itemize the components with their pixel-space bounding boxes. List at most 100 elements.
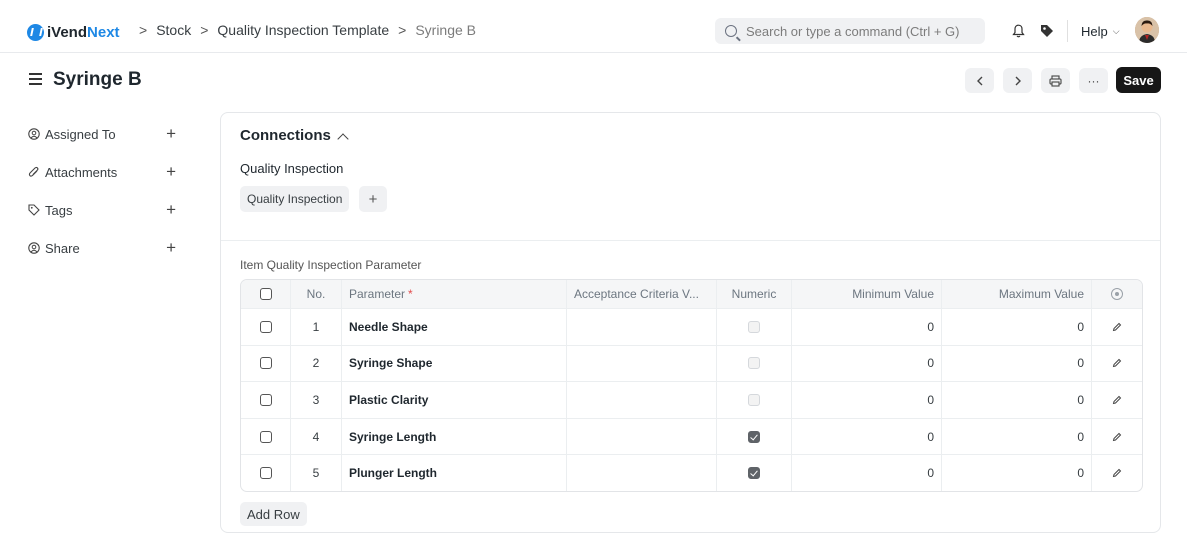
logo-icon xyxy=(27,23,44,41)
tag-icon[interactable] xyxy=(1040,24,1054,38)
edit-icon[interactable] xyxy=(1112,432,1122,442)
add-assignee-icon[interactable]: + xyxy=(166,125,176,142)
min-value-cell[interactable]: 0 xyxy=(792,309,942,345)
acceptance-cell[interactable] xyxy=(567,418,717,455)
help-menu[interactable]: Help ⌵ xyxy=(1081,24,1120,39)
min-value-cell[interactable]: 0 xyxy=(792,455,942,491)
numeric-checkbox[interactable] xyxy=(748,320,760,333)
table-row[interactable]: 4 Syringe Length 0 0 xyxy=(241,417,1142,455)
row-select-checkbox[interactable] xyxy=(259,320,272,333)
row-number: 1 xyxy=(291,309,342,345)
chevron-down-icon: ⌵ xyxy=(1112,26,1120,36)
max-value-cell[interactable]: 0 xyxy=(942,455,1092,491)
connections-title: Connections xyxy=(240,127,331,144)
page-title: Syringe B xyxy=(53,69,142,90)
avatar[interactable] xyxy=(1135,17,1159,43)
chevron-right-icon xyxy=(1015,76,1021,85)
acceptance-cell[interactable] xyxy=(567,455,717,491)
assign-icon xyxy=(28,128,40,140)
max-value-cell[interactable]: 0 xyxy=(942,309,1092,345)
column-header-max: Maximum Value xyxy=(942,280,1092,308)
numeric-checkbox[interactable] xyxy=(748,430,760,443)
add-quality-inspection-button[interactable]: + xyxy=(359,186,387,212)
row-number: 4 xyxy=(291,418,342,455)
gear-icon[interactable] xyxy=(1111,288,1123,300)
row-number: 3 xyxy=(291,382,342,418)
prev-button[interactable] xyxy=(965,68,994,93)
brand-logo[interactable]: iVend Next xyxy=(27,22,120,42)
more-icon: ··· xyxy=(1087,73,1100,88)
menu-toggle-icon[interactable] xyxy=(29,73,42,85)
add-row-button[interactable]: Add Row xyxy=(240,502,307,526)
column-header-parameter-label: Parameter xyxy=(349,287,406,301)
edit-icon[interactable] xyxy=(1112,468,1122,478)
sidebar-item-share[interactable]: Share + xyxy=(28,238,176,258)
min-value-cell[interactable]: 0 xyxy=(792,418,942,455)
column-header-min: Minimum Value xyxy=(792,280,942,308)
print-button[interactable] xyxy=(1041,68,1070,93)
acceptance-cell[interactable] xyxy=(567,382,717,418)
acceptance-cell[interactable] xyxy=(567,345,717,382)
numeric-checkbox[interactable] xyxy=(748,467,760,480)
min-value-cell[interactable]: 0 xyxy=(792,345,942,382)
printer-icon xyxy=(1049,74,1062,87)
quality-inspection-link[interactable]: Quality Inspection xyxy=(240,186,350,212)
max-value-cell[interactable]: 0 xyxy=(942,382,1092,418)
add-tag-icon[interactable]: + xyxy=(166,201,176,218)
row-select-checkbox[interactable] xyxy=(259,393,272,406)
share-icon xyxy=(28,242,40,254)
select-all-checkbox[interactable] xyxy=(259,288,272,300)
row-number: 5 xyxy=(291,455,342,491)
more-actions-button[interactable]: ··· xyxy=(1079,68,1108,93)
parameter-cell[interactable]: Plunger Length xyxy=(342,455,567,491)
numeric-checkbox[interactable] xyxy=(748,357,760,370)
max-value-cell[interactable]: 0 xyxy=(942,345,1092,382)
min-value-cell[interactable]: 0 xyxy=(792,382,942,418)
sidebar-item-assigned-to[interactable]: Assigned To + xyxy=(28,124,176,144)
brand-name-part1: iVend xyxy=(47,23,88,41)
chevron-left-icon xyxy=(976,76,982,85)
table-label: Item Quality Inspection Parameter xyxy=(240,258,422,272)
column-header-no: No. xyxy=(291,280,342,308)
table-row[interactable]: 2 Syringe Shape 0 0 xyxy=(241,344,1142,382)
form-card: Connections Quality Inspection Quality I… xyxy=(220,112,1161,533)
search-icon xyxy=(725,25,737,37)
required-marker: * xyxy=(408,287,413,301)
edit-icon[interactable] xyxy=(1112,395,1122,405)
row-select-checkbox[interactable] xyxy=(259,430,272,443)
breadcrumb-current[interactable]: Syringe B xyxy=(415,22,476,38)
add-attachment-icon[interactable]: + xyxy=(166,163,176,180)
table-row[interactable]: 1 Needle Shape 0 0 xyxy=(241,308,1142,345)
save-button[interactable]: Save xyxy=(1116,67,1161,93)
add-share-icon[interactable]: + xyxy=(166,239,176,256)
navbar-divider xyxy=(1067,20,1068,42)
search-bar[interactable] xyxy=(715,18,985,44)
column-header-parameter: Parameter * xyxy=(342,280,567,308)
section-divider xyxy=(221,240,1160,241)
row-select-checkbox[interactable] xyxy=(259,357,272,370)
parameter-cell[interactable]: Plastic Clarity xyxy=(342,382,567,418)
parameter-cell[interactable]: Syringe Shape xyxy=(342,345,567,382)
table-header: No. Parameter * Acceptance Criteria V... … xyxy=(241,280,1142,308)
breadcrumb-quality-inspection-template[interactable]: Quality Inspection Template xyxy=(217,22,389,38)
parameter-cell[interactable]: Syringe Length xyxy=(342,418,567,455)
table-row[interactable]: 3 Plastic Clarity 0 0 xyxy=(241,381,1142,418)
acceptance-cell[interactable] xyxy=(567,309,717,345)
sidebar-item-tags[interactable]: Tags + xyxy=(28,200,176,220)
sidebar-item-attachments[interactable]: Attachments + xyxy=(28,162,176,182)
max-value-cell[interactable]: 0 xyxy=(942,418,1092,455)
connections-section-toggle[interactable]: Connections xyxy=(240,127,349,145)
search-input[interactable] xyxy=(746,23,976,39)
next-button[interactable] xyxy=(1003,68,1032,93)
row-select-checkbox[interactable] xyxy=(259,467,272,480)
column-header-acceptance: Acceptance Criteria V... xyxy=(567,280,717,308)
breadcrumb-separator: > xyxy=(139,22,148,38)
edit-icon[interactable] xyxy=(1112,322,1122,332)
sidebar-item-label: Tags xyxy=(45,202,73,218)
edit-icon[interactable] xyxy=(1112,358,1122,368)
parameter-cell[interactable]: Needle Shape xyxy=(342,309,567,345)
breadcrumb-stock[interactable]: Stock xyxy=(156,22,191,38)
bell-icon[interactable] xyxy=(1012,24,1025,38)
table-row[interactable]: 5 Plunger Length 0 0 xyxy=(241,454,1142,491)
numeric-checkbox[interactable] xyxy=(748,393,760,406)
